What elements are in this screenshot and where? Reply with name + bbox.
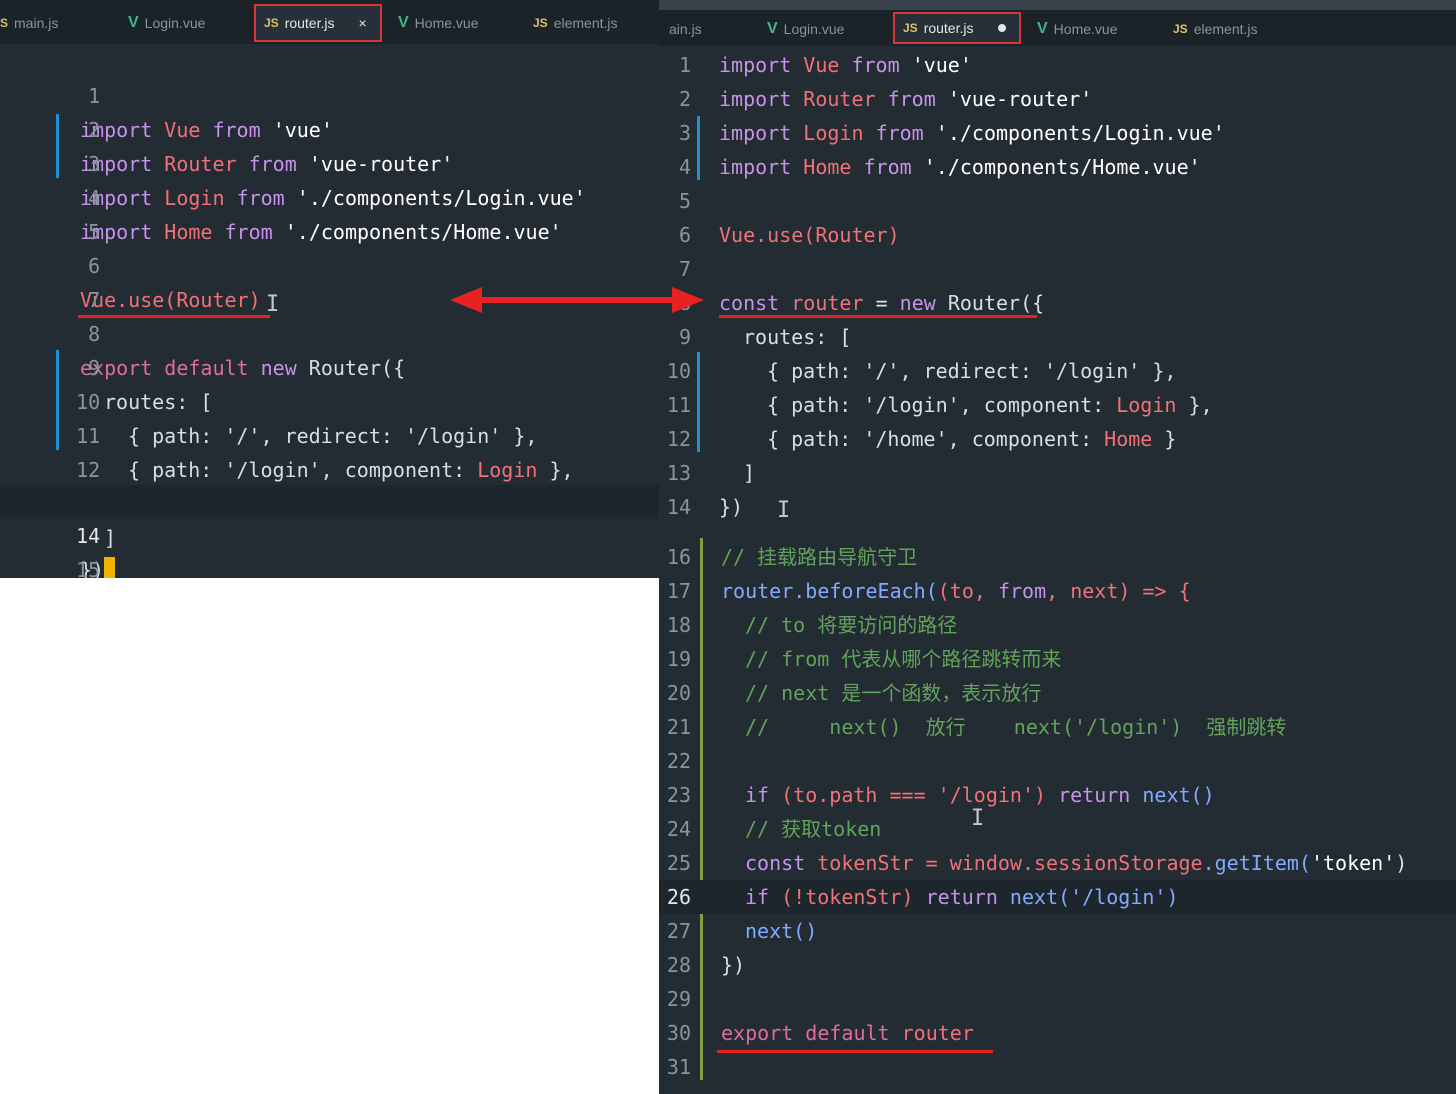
arrow-head-right bbox=[672, 287, 704, 313]
arrow-head-left bbox=[450, 287, 482, 313]
double-arrow-annotation bbox=[450, 287, 704, 313]
